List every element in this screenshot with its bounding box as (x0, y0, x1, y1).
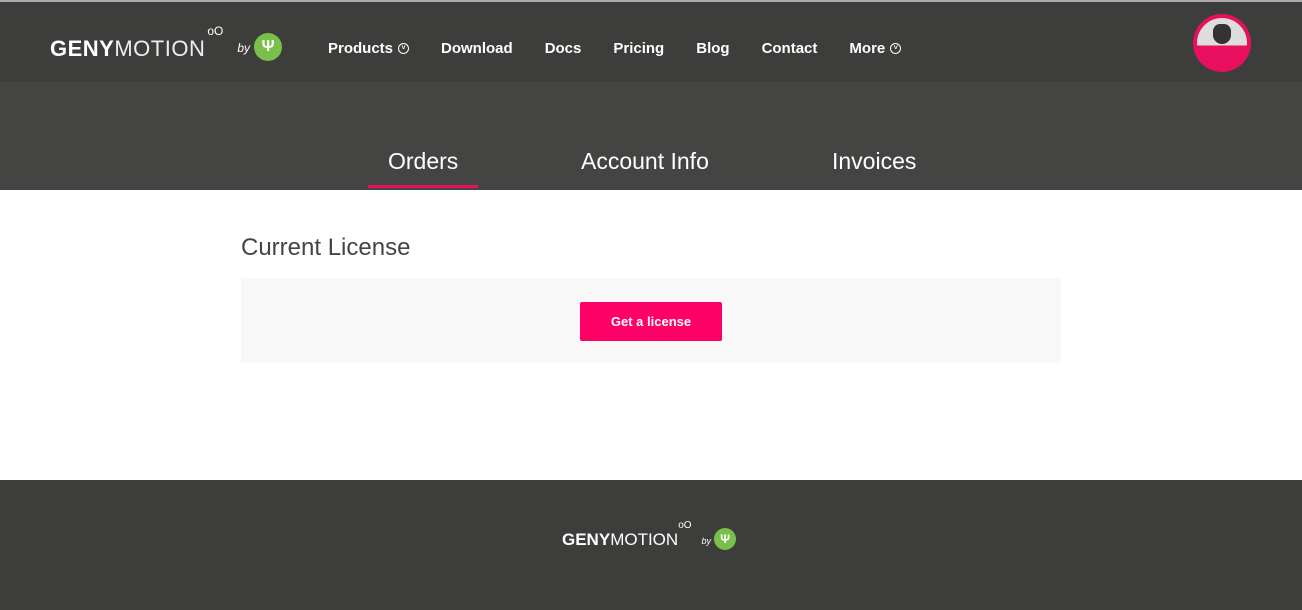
genymotion-logo[interactable]: GENY MOTION oO by Ψ (50, 24, 283, 62)
genymobile-icon: Ψ (254, 33, 283, 61)
nav-blog[interactable]: Blog (696, 40, 729, 57)
tab-invoices[interactable]: Invoices (832, 148, 916, 175)
nav-label: Products (328, 40, 394, 57)
nav-label: More (849, 40, 886, 57)
license-panel: Get a license (241, 278, 1061, 363)
logo-text-bold: GENY (562, 530, 611, 549)
logo-by: by (237, 41, 251, 55)
logo-oo: oO (207, 24, 224, 38)
genymobile-icon: Ψ (714, 528, 737, 550)
tab-orders[interactable]: Orders (367, 148, 479, 188)
main-nav: Products ˅ Download Docs Pricing Blog Con… (328, 40, 933, 57)
logo-oo: oO (678, 520, 692, 531)
footer-logo[interactable]: GENY MOTION oO by Ψ (562, 520, 737, 550)
tab-account-info[interactable]: Account Info (581, 148, 709, 175)
nav-docs[interactable]: Docs (545, 40, 582, 57)
header: GENY MOTION oO by Ψ Products ˅ Download D… (0, 2, 1302, 82)
logo-by: by (701, 536, 712, 546)
nav-download[interactable]: Download (441, 40, 513, 57)
section-heading: Current License (241, 234, 411, 261)
user-avatar[interactable] (1193, 14, 1251, 72)
avatar-image (1197, 18, 1247, 68)
nav-pricing[interactable]: Pricing (613, 40, 664, 57)
main-content: Current License Get a license (0, 190, 1302, 480)
logo-text-light: MOTION (610, 530, 679, 549)
chevron-down-icon: ˅ (890, 43, 902, 54)
nav-more[interactable]: More ˅ (849, 40, 902, 57)
footer: GENY MOTION oO by Ψ (0, 480, 1302, 610)
chevron-down-icon: ˅ (398, 43, 410, 54)
account-tabs: Orders Account Info Invoices (0, 82, 1302, 190)
nav-contact[interactable]: Contact (762, 40, 818, 57)
logo-text-light: MOTION (114, 36, 206, 61)
nav-products[interactable]: Products ˅ (328, 40, 410, 57)
logo-text-bold: GENY (50, 36, 115, 61)
get-license-button[interactable]: Get a license (580, 302, 722, 341)
